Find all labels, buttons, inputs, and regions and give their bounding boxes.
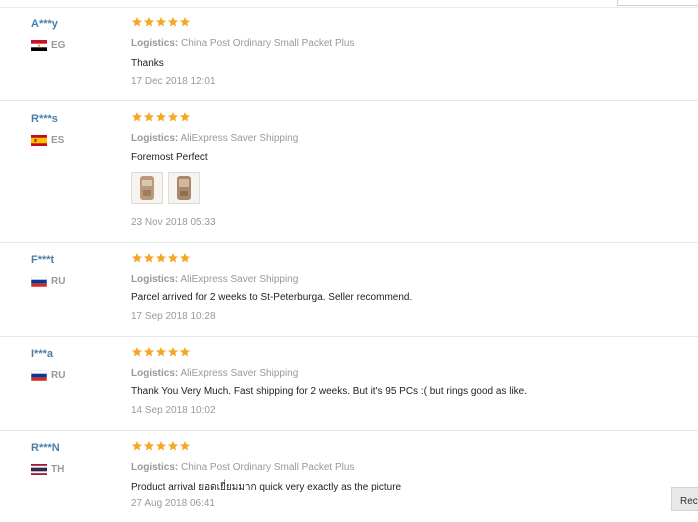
review-date: 27 Aug 2018 06:41 xyxy=(131,498,215,509)
russia-flag-icon xyxy=(31,275,47,287)
star-icon xyxy=(168,441,178,451)
egypt-flag-icon xyxy=(31,39,47,51)
review-date: 23 Nov 2018 05:33 xyxy=(131,217,216,228)
star-icon xyxy=(180,253,190,263)
star-icon xyxy=(180,112,190,122)
reviewer-country: EG xyxy=(31,39,65,51)
star-rating xyxy=(131,252,191,264)
logistics-label: Logistics: xyxy=(131,462,179,473)
star-rating xyxy=(131,440,191,452)
country-code: ES xyxy=(51,134,65,146)
reviewer-name[interactable]: F***t xyxy=(31,254,54,266)
review-photo-thumbnail[interactable] xyxy=(131,172,163,204)
review-text: Foremost Perfect xyxy=(131,152,208,163)
reviewer-name[interactable]: R***s xyxy=(31,113,58,125)
logistics-method: China Post Ordinary Small Packet Plus xyxy=(181,462,355,473)
star-icon xyxy=(168,17,178,27)
star-icon xyxy=(144,347,154,357)
reviewer-country: RU xyxy=(31,369,65,381)
country-code: RU xyxy=(51,369,66,381)
logistics-label: Logistics: xyxy=(131,274,179,285)
logistics-info: Logistics: AliExpress Saver Shipping xyxy=(131,368,298,379)
star-icon xyxy=(132,112,142,122)
star-icon xyxy=(144,17,154,27)
review-text: Parcel arrived for 2 weeks to St-Peterbu… xyxy=(131,292,413,303)
review-item: A***y EG Logistics: China Post Ordinary … xyxy=(0,16,698,101)
reviewer-country: ES xyxy=(31,134,64,146)
star-icon xyxy=(168,112,178,122)
star-icon xyxy=(132,441,142,451)
logistics-info: Logistics: AliExpress Saver Shipping xyxy=(131,133,298,144)
star-icon xyxy=(156,112,166,122)
star-icon xyxy=(144,253,154,263)
star-icon xyxy=(156,347,166,357)
logistics-info: Logistics: AliExpress Saver Shipping xyxy=(131,274,298,285)
logistics-method: AliExpress Saver Shipping xyxy=(180,368,299,379)
russia-flag-icon xyxy=(31,369,47,381)
logistics-method: AliExpress Saver Shipping xyxy=(180,133,299,144)
star-icon xyxy=(144,112,154,122)
star-icon xyxy=(132,253,142,263)
review-item: F***t RU Logistics: AliExpress Saver Shi… xyxy=(0,252,698,337)
star-icon xyxy=(144,441,154,451)
review-text: Product arrival ยอดเยี่ยมมาก quick very … xyxy=(131,482,402,493)
review-date: 14 Sep 2018 10:02 xyxy=(131,405,216,416)
reviewer-country: RU xyxy=(31,275,65,287)
star-icon xyxy=(168,347,178,357)
review-item: R***s ES Logistics: AliExpress Saver Shi… xyxy=(0,111,698,243)
star-icon xyxy=(156,441,166,451)
logistics-method: China Post Ordinary Small Packet Plus xyxy=(181,38,355,49)
logistics-label: Logistics: xyxy=(131,133,179,144)
logistics-method: AliExpress Saver Shipping xyxy=(180,274,299,285)
recommend-button[interactable]: Rec xyxy=(671,487,698,511)
country-code: EG xyxy=(51,39,66,51)
top-divider xyxy=(0,7,698,8)
star-icon xyxy=(180,347,190,357)
review-text: Thanks xyxy=(131,58,164,69)
review-date: 17 Sep 2018 10:28 xyxy=(131,311,216,322)
reviewer-name[interactable]: R***N xyxy=(31,442,60,454)
reviewer-country: TH xyxy=(31,463,64,475)
logistics-label: Logistics: xyxy=(131,368,179,379)
top-input-edge xyxy=(617,0,698,6)
star-icon xyxy=(132,17,142,27)
thailand-flag-icon xyxy=(31,463,47,475)
spain-flag-icon xyxy=(31,134,47,146)
reviewer-name[interactable]: A***y xyxy=(31,18,58,30)
star-icon xyxy=(156,253,166,263)
star-icon xyxy=(180,17,190,27)
review-date: 17 Dec 2018 12:01 xyxy=(131,76,216,87)
star-icon xyxy=(156,17,166,27)
review-photo-thumbnail[interactable] xyxy=(168,172,200,204)
review-photos xyxy=(131,172,200,204)
star-icon xyxy=(168,253,178,263)
logistics-label: Logistics: xyxy=(131,38,179,49)
package-photo-icon xyxy=(177,176,191,200)
country-code: RU xyxy=(51,275,66,287)
review-item: I***a RU Logistics: AliExpress Saver Shi… xyxy=(0,346,698,431)
reviewer-name[interactable]: I***a xyxy=(31,348,53,360)
review-text: Thank You Very Much. Fast shipping for 2… xyxy=(131,386,528,397)
star-icon xyxy=(132,347,142,357)
star-icon xyxy=(180,441,190,451)
star-rating xyxy=(131,111,191,123)
package-photo-icon xyxy=(140,176,154,200)
star-rating xyxy=(131,346,191,358)
logistics-info: Logistics: China Post Ordinary Small Pac… xyxy=(131,38,354,49)
review-item: R***N TH Logistics: China Post Ordinary … xyxy=(0,440,698,522)
country-code: TH xyxy=(51,463,65,475)
star-rating xyxy=(131,16,191,28)
logistics-info: Logistics: China Post Ordinary Small Pac… xyxy=(131,462,354,473)
